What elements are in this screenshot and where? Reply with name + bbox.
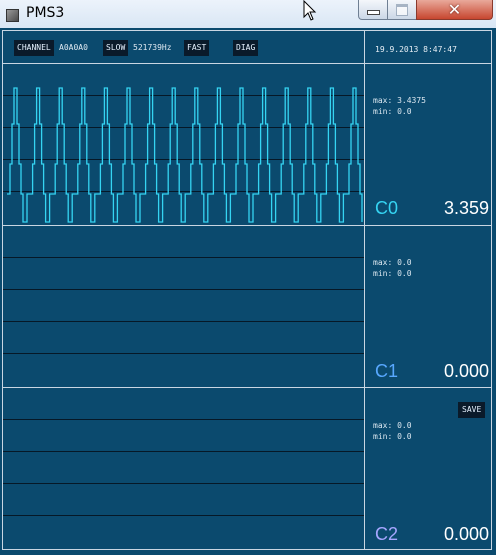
channel-0-plot[interactable] [3, 64, 364, 225]
channel-1-stats: max: 0.0 min: 0.0 [373, 257, 412, 279]
app-body: CHANNEL A0A0A0 SLOW 521739Hz FAST DIAG 1… [0, 28, 496, 555]
mouse-cursor-icon [303, 0, 317, 21]
fast-button[interactable]: FAST [184, 40, 210, 56]
toolbar: CHANNEL A0A0A0 SLOW 521739Hz FAST DIAG [3, 31, 365, 63]
minimize-icon [366, 10, 380, 15]
panel-frame: CHANNEL A0A0A0 SLOW 521739Hz FAST DIAG 1… [2, 30, 492, 550]
channel-2-stats: max: 0.0 min: 0.0 [373, 420, 412, 442]
grid-line [3, 419, 364, 420]
channel-1-max: max: 0.0 [373, 258, 412, 267]
channel-0-min: min: 0.0 [373, 107, 412, 116]
channel-0-value: 3.359 [443, 198, 489, 218]
channel-2-min: min: 0.0 [373, 432, 412, 441]
channel-value: A0A0A0 [59, 43, 88, 52]
window-title: PMS3 [26, 5, 65, 21]
grid-line [3, 321, 364, 322]
channel-1-min: min: 0.0 [373, 269, 412, 278]
diag-button[interactable]: DIAG [233, 40, 259, 56]
close-button[interactable]: ✕ [416, 0, 493, 20]
grid-line [3, 289, 364, 290]
channel-2-plot[interactable] [3, 388, 364, 549]
vertical-divider [364, 31, 365, 549]
window-titlebar[interactable]: PMS3 ✕ [0, 0, 496, 28]
grid-line [3, 515, 364, 516]
maximize-button[interactable] [387, 0, 417, 20]
grid-line [3, 451, 364, 452]
maximize-icon [396, 3, 408, 16]
slow-button[interactable]: SLOW [103, 40, 129, 56]
channel-1-value: 0.000 [443, 361, 489, 381]
grid-line [3, 257, 364, 258]
channel-0-stats: max: 3.4375 min: 0.0 [373, 95, 426, 117]
frequency-readout: 521739Hz [133, 43, 172, 52]
channel-1-plot[interactable] [3, 226, 364, 387]
channel-0-max: max: 3.4375 [373, 96, 426, 105]
minimize-button[interactable] [358, 0, 388, 20]
grid-line [3, 353, 364, 354]
datetime-display: 19.9.2013 8:47:47 [375, 45, 457, 54]
channel-2-max: max: 0.0 [373, 421, 412, 430]
app-icon [6, 9, 19, 22]
close-icon: ✕ [447, 0, 462, 19]
save-button[interactable]: SAVE [458, 402, 486, 418]
grid-line [3, 483, 364, 484]
channel-0-waveform [7, 87, 363, 223]
channel-button[interactable]: CHANNEL [14, 40, 54, 56]
channel-2-value: 0.000 [443, 524, 489, 544]
